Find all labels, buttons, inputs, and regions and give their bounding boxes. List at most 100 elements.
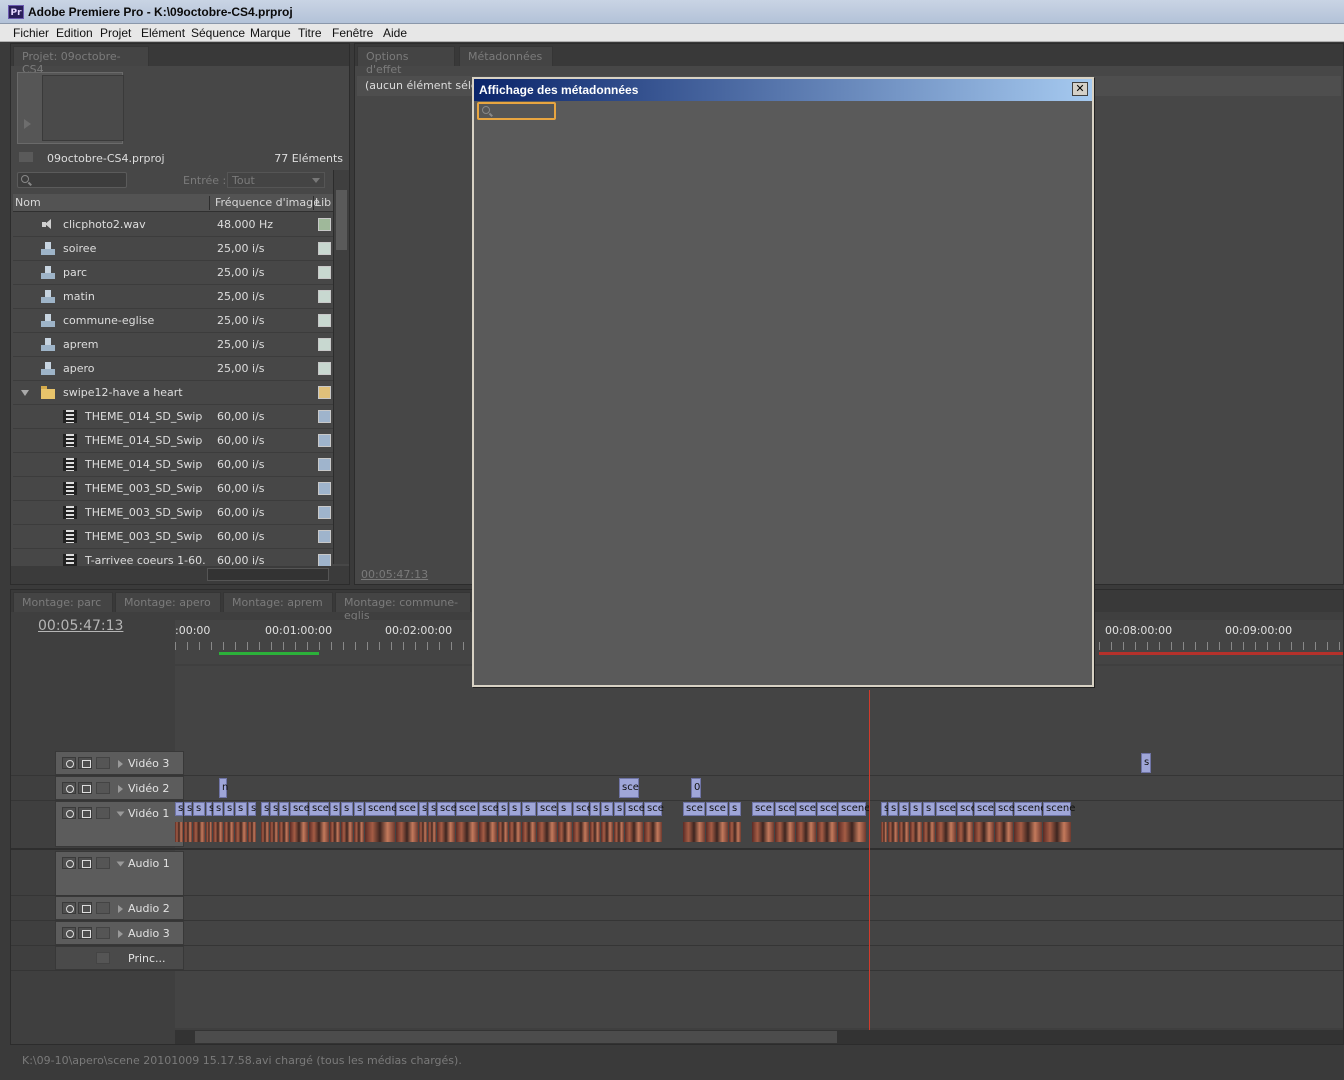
clip-video1[interactable]: sce — [644, 802, 664, 816]
clip-video1[interactable]: s — [341, 802, 353, 816]
clip-video1[interactable]: sce — [752, 802, 774, 816]
list-item[interactable]: aprem 25,00 i/s — [13, 333, 335, 357]
clip-video1[interactable]: s — [330, 802, 340, 816]
clip-video1[interactable]: scene — [838, 802, 870, 816]
track-header-video3[interactable]: Vidéo 3 — [55, 751, 184, 775]
tab-project[interactable]: Projet: 09octobre-CS4 — [13, 46, 149, 76]
list-item[interactable]: THEME_014_SD_Swip 60,00 i/s — [13, 429, 335, 453]
clip-video1[interactable]: s — [354, 802, 364, 816]
clip-video1[interactable]: sce — [796, 802, 816, 816]
list-item[interactable]: THEME_003_SD_Swip 60,00 i/s — [13, 501, 335, 525]
speaker-icon[interactable] — [62, 902, 76, 914]
metadata-search-input[interactable] — [477, 102, 556, 120]
clip-video1[interactable]: s — [509, 802, 521, 816]
film-icon[interactable] — [78, 757, 92, 769]
list-item[interactable]: swipe12-have a heart — [13, 381, 335, 405]
label-swatch[interactable] — [318, 314, 331, 327]
clip-video1[interactable]: sce — [817, 802, 837, 816]
play-icon[interactable] — [24, 119, 31, 129]
clip-video1[interactable]: s — [175, 802, 183, 816]
clip-video1[interactable]: s — [206, 802, 214, 816]
clip-video1[interactable]: s — [522, 802, 536, 816]
clip-video1[interactable]: sce — [625, 802, 645, 816]
project-search-input[interactable] — [17, 172, 127, 188]
eye-icon[interactable] — [62, 757, 76, 769]
clip-video2[interactable]: 0 — [691, 778, 701, 798]
scroll-thumb[interactable] — [336, 190, 347, 250]
expand-arrow-icon[interactable] — [118, 760, 123, 768]
effect-timecode[interactable]: 00:05:47:13 — [361, 568, 428, 581]
expand-arrow-icon[interactable] — [118, 930, 123, 938]
clip-video1[interactable]: s — [235, 802, 247, 816]
list-item[interactable]: THEME_003_SD_Swip 60,00 i/s — [13, 477, 335, 501]
lock-toggle[interactable] — [96, 857, 110, 869]
expand-arrow-icon[interactable] — [118, 785, 123, 793]
speaker-icon[interactable] — [62, 927, 76, 939]
label-swatch[interactable] — [318, 290, 331, 303]
track-header-audio2[interactable]: Audio 2 — [55, 896, 184, 920]
label-swatch[interactable] — [318, 410, 331, 423]
menu-fichier[interactable]: Fichier — [13, 26, 49, 40]
clip-video1[interactable]: s — [279, 802, 289, 816]
clip-video1[interactable]: s — [558, 802, 572, 816]
clip-video1[interactable]: sce — [706, 802, 728, 816]
clip-video1[interactable]: s — [899, 802, 909, 816]
timeline-timecode[interactable]: 00:05:47:13 — [38, 618, 123, 634]
clip-video1[interactable]: sce — [537, 802, 557, 816]
timeline-scroll-thumb[interactable] — [195, 1031, 837, 1043]
list-item[interactable]: THEME_014_SD_Swip 60,00 i/s — [13, 453, 335, 477]
menu-element[interactable]: Elément — [141, 26, 185, 40]
clip-video1[interactable]: scene — [1014, 802, 1046, 816]
track-header-master[interactable]: Princ... — [55, 946, 184, 970]
lock-toggle[interactable] — [96, 902, 110, 914]
film-icon[interactable] — [78, 782, 92, 794]
label-swatch[interactable] — [318, 266, 331, 279]
list-item[interactable]: clicphoto2.wav 48.000 Hz — [13, 213, 335, 237]
label-swatch[interactable] — [318, 338, 331, 351]
clip-video1[interactable]: sce — [995, 802, 1015, 816]
clip-video1[interactable]: s — [184, 802, 192, 816]
clip-video1[interactable]: s — [498, 802, 508, 816]
clip-video1[interactable]: s — [923, 802, 935, 816]
column-lib[interactable]: Lib — [315, 196, 331, 209]
clip-video1[interactable]: sce — [309, 802, 329, 816]
twirl-down-icon[interactable] — [21, 390, 29, 396]
clip-video1[interactable]: s — [213, 802, 223, 816]
clip-video1[interactable]: sce — [936, 802, 956, 816]
label-swatch[interactable] — [318, 434, 331, 447]
dialog-titlebar[interactable]: Affichage des métadonnées ✕ — [474, 79, 1092, 101]
project-scrollbar[interactable] — [333, 170, 349, 564]
playhead[interactable] — [869, 690, 870, 1030]
eye-icon[interactable] — [62, 807, 76, 819]
clip-video1[interactable]: sce — [456, 802, 478, 816]
tab-montage-parc[interactable]: Montage: parc — [13, 592, 113, 612]
clip-video3[interactable]: s — [1141, 753, 1151, 773]
track-header-video1[interactable]: Vidéo 1 — [55, 801, 184, 847]
tab-montage-aprem[interactable]: Montage: aprem — [223, 592, 333, 612]
clip-video1[interactable]: scene — [1043, 802, 1075, 816]
clip-video1[interactable]: s — [428, 802, 436, 816]
list-item[interactable]: THEME_003_SD_Swip 60,00 i/s — [13, 525, 335, 549]
lock-toggle[interactable] — [96, 952, 110, 964]
clip-video1[interactable]: s — [729, 802, 741, 816]
clip-video1[interactable]: s — [261, 802, 269, 816]
clip-video1[interactable]: sce — [290, 802, 310, 816]
menu-sequence[interactable]: Séquence — [191, 26, 245, 40]
clip-video1[interactable]: s — [248, 802, 256, 816]
film-icon[interactable] — [78, 902, 92, 914]
collapse-arrow-icon[interactable] — [116, 861, 125, 867]
project-hscroll[interactable] — [207, 568, 329, 581]
clip-video1[interactable]: s — [419, 802, 427, 816]
close-icon[interactable]: ✕ — [1072, 82, 1088, 96]
film-icon[interactable] — [78, 927, 92, 939]
clip-video1[interactable]: s — [910, 802, 922, 816]
column-name[interactable]: Nom — [15, 196, 41, 209]
timeline-hscroll[interactable] — [175, 1030, 1343, 1044]
list-item[interactable]: soiree 25,00 i/s — [13, 237, 335, 261]
clip-video1[interactable]: s — [881, 802, 889, 816]
tab-montage-commune[interactable]: Montage: commune-eglis — [335, 592, 471, 622]
clip-video1[interactable]: scene — [365, 802, 397, 816]
menu-fenetre[interactable]: Fenêtre — [332, 26, 373, 40]
clip-video1[interactable]: sce — [775, 802, 795, 816]
clip-video1[interactable]: s — [888, 802, 898, 816]
